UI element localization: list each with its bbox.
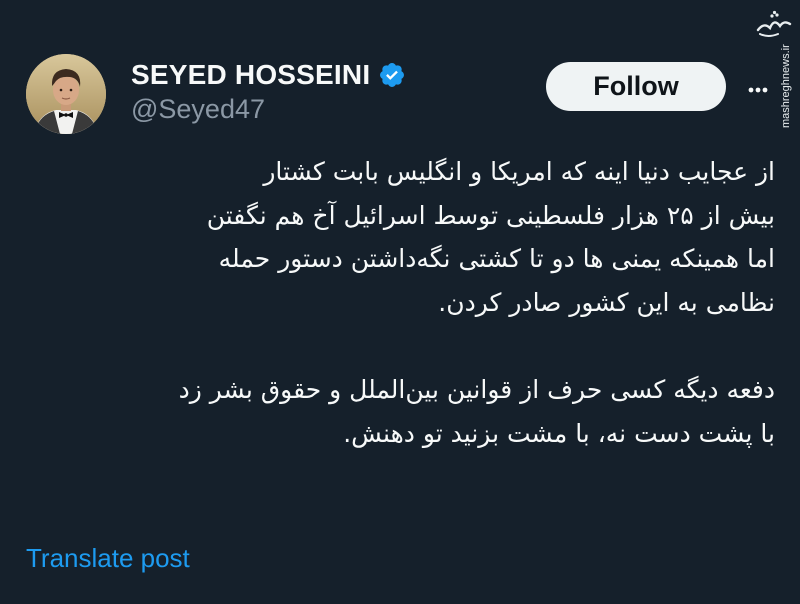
tweet-paragraph: دفعه دیگه کسی حرف از قوانین بین‌الملل و …: [22, 368, 775, 455]
avatar-photo: [26, 54, 106, 134]
tweet-text: از عجایب دنیا اینه که امریکا و انگلیس با…: [22, 150, 775, 455]
author-name-row: SEYED HOSSEINI: [131, 56, 406, 94]
tweet-card: mashreghnews.ir SEYED HOSSEINI @Seyed47 …: [0, 0, 800, 604]
more-horizontal-icon[interactable]: [748, 86, 768, 94]
follow-button[interactable]: Follow: [546, 62, 726, 111]
avatar[interactable]: [26, 54, 106, 134]
translate-post-link[interactable]: Translate post: [26, 543, 190, 574]
tweet-paragraph: از عجایب دنیا اینه که امریکا و انگلیس با…: [22, 150, 775, 324]
author-handle[interactable]: @Seyed47: [131, 94, 265, 125]
mashregh-logo-icon: [756, 10, 792, 37]
author-display-name[interactable]: SEYED HOSSEINI: [131, 59, 370, 91]
watermark-url: mashreghnews.ir: [780, 44, 792, 128]
tweet-line: از عجایب دنیا اینه که امریکا و انگلیس با…: [263, 157, 775, 186]
tweet-line: اما همینکه یمنی ها دو تا کشتی نگه‌داشتن …: [218, 244, 775, 273]
watermark: mashreghnews.ir: [754, 10, 794, 128]
verified-badge-icon: [380, 63, 405, 87]
tweet-line: بیش از ۲۵ هزار فلسطینی توسط اسرائیل آخ ه…: [206, 200, 775, 230]
tweet-line: دفعه دیگه کسی حرف از قوانین بین‌الملل و …: [178, 375, 775, 404]
tweet-line: با پشت دست نه، با مشت بزنید تو دهنش.: [343, 418, 775, 448]
tweet-line: نظامی به این کشور صادر کردن.: [438, 287, 775, 317]
